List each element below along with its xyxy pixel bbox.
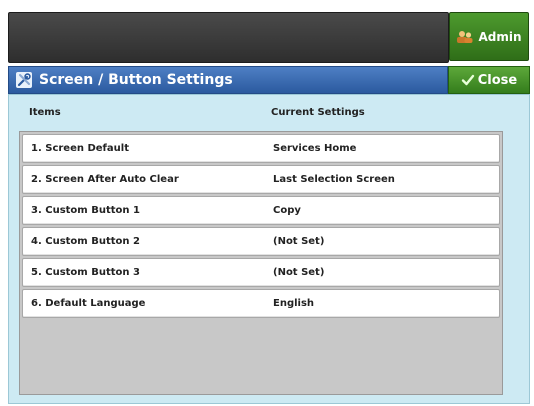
row-current-setting: (Not Set) [273,236,325,247]
check-icon [461,74,474,86]
table-row[interactable]: 4. Custom Button 2 (Not Set) [22,227,500,256]
admin-button[interactable]: Admin [449,12,529,61]
window-title-bar: Screen / Button Settings [8,66,448,94]
row-current-setting: Services Home [273,143,357,154]
settings-list: 1. Screen Default Services Home 2. Scree… [19,131,503,395]
table-row[interactable]: 6. Default Language English [22,289,500,318]
status-bar [8,12,449,63]
window-title: Screen / Button Settings [39,72,233,88]
column-header-current-settings: Current Settings [271,106,365,118]
row-current-setting: English [273,298,315,309]
column-header-items: Items [29,106,61,118]
row-item-label: 6. Default Language [31,298,146,309]
tools-icon [16,72,32,88]
row-item-label: 1. Screen Default [31,143,129,154]
table-row[interactable]: 2. Screen After Auto Clear Last Selectio… [22,165,500,194]
settings-panel: Items Current Settings 1. Screen Default… [8,94,530,404]
table-header: Items Current Settings [19,95,499,129]
row-item-label: 4. Custom Button 2 [31,236,140,247]
row-item-label: 3. Custom Button 1 [31,205,140,216]
row-item-label: 2. Screen After Auto Clear [31,174,179,185]
row-current-setting: Copy [273,205,301,216]
table-row[interactable]: 3. Custom Button 1 Copy [22,196,500,225]
table-row[interactable]: 1. Screen Default Services Home [22,134,500,163]
admin-label: Admin [478,29,522,44]
close-button[interactable]: Close [448,66,530,94]
admin-users-icon [457,30,473,43]
row-current-setting: Last Selection Screen [273,174,395,185]
row-current-setting: (Not Set) [273,267,325,278]
table-row[interactable]: 5. Custom Button 3 (Not Set) [22,258,500,287]
close-label: Close [477,72,518,88]
row-item-label: 5. Custom Button 3 [31,267,140,278]
